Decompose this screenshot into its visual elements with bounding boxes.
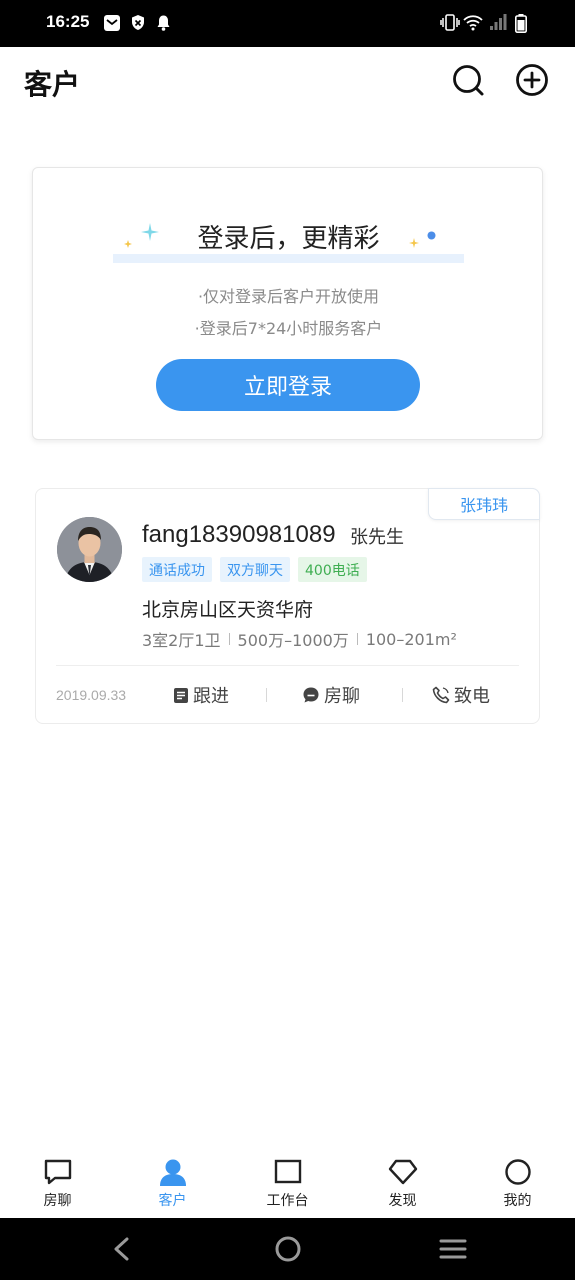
title-highlight-bar — [113, 254, 464, 263]
tab-house-chat[interactable]: 房聊 — [0, 1150, 115, 1218]
home-icon[interactable] — [273, 1236, 303, 1262]
phone-icon — [432, 686, 450, 704]
tab-label: 房聊 — [43, 1193, 72, 1209]
tab-customers[interactable]: 客户 — [115, 1150, 230, 1218]
action-separator — [266, 688, 267, 702]
login-button[interactable]: 立即登录 — [156, 359, 420, 411]
profile-icon — [505, 1159, 531, 1185]
menu-icon[interactable] — [438, 1236, 468, 1262]
user-icon — [160, 1159, 186, 1186]
tab-label: 我的 — [503, 1193, 532, 1209]
mail-notification-icon — [104, 15, 120, 31]
header: 客户 — [0, 47, 575, 117]
follow-up-label: 跟进 — [193, 686, 229, 707]
call-button[interactable]: 致电 — [432, 682, 490, 708]
customer-title: 张先生 — [350, 527, 404, 548]
battery-icon — [515, 14, 527, 33]
avatar — [57, 517, 122, 582]
call-label: 致电 — [454, 686, 490, 707]
tab-discover[interactable]: 发现 — [345, 1150, 460, 1218]
spec-layout: 3室2厅1卫 — [142, 631, 221, 650]
customer-name: fang18390981089 — [142, 521, 336, 548]
login-desc-2: ·登录后7*24小时服务客户 — [194, 319, 383, 338]
diamond-icon — [388, 1159, 418, 1185]
login-title: 登录后，更精彩 — [197, 224, 380, 254]
wifi-icon — [463, 15, 483, 31]
customer-specs: 3室2厅1卫 500万–1000万 100–201m² — [142, 627, 457, 651]
spec-separator — [356, 633, 358, 645]
tab-mine[interactable]: 我的 — [460, 1150, 575, 1218]
customer-location: 北京房山区天资华府 — [142, 599, 314, 621]
tab-label: 工作台 — [266, 1193, 309, 1209]
spec-separator — [228, 633, 230, 645]
chat-button[interactable]: 房聊 — [302, 682, 360, 708]
system-nav-bar — [0, 1218, 575, 1280]
signal-icon — [490, 14, 507, 30]
chat-bubble-icon — [303, 687, 319, 703]
vibrate-icon — [440, 14, 460, 31]
customer-card[interactable]: 张玮玮 fang18390981089 张先生 通话成功 双方聊天 400电话 … — [35, 488, 540, 724]
chat-icon — [44, 1159, 72, 1185]
bell-notification-icon — [157, 15, 170, 31]
status-time: 16:25 — [46, 12, 90, 31]
login-desc-1: ·仅对登录后客户开放使用 — [197, 287, 380, 306]
search-icon[interactable] — [451, 63, 485, 97]
workbench-icon — [274, 1159, 302, 1184]
page-title: 客户 — [24, 68, 81, 101]
action-separator — [402, 688, 403, 702]
status-bar: 16:25 — [0, 0, 575, 47]
customer-tags: 通话成功 双方聊天 400电话 — [142, 557, 367, 582]
add-circle-icon[interactable] — [515, 63, 549, 97]
tab-label: 客户 — [158, 1193, 187, 1209]
tag-mutual-chat: 双方聊天 — [220, 557, 290, 582]
spec-area: 100–201m² — [365, 629, 457, 649]
back-icon[interactable] — [107, 1236, 137, 1262]
tag-400-call: 400电话 — [298, 557, 367, 582]
tag-call-success: 通话成功 — [142, 557, 212, 582]
chat-label: 房聊 — [324, 686, 360, 707]
note-icon — [174, 687, 188, 703]
agent-tag: 张玮玮 — [428, 488, 540, 520]
bottom-tab-bar: 房聊 客户 工作台 发现 我的 — [0, 1150, 575, 1218]
follow-up-button[interactable]: 跟进 — [173, 682, 229, 708]
tab-label: 发现 — [388, 1193, 417, 1209]
card-divider — [56, 665, 519, 666]
login-promo-card: 登录后，更精彩 ·仅对登录后客户开放使用 ·登录后7*24小时服务客户 立即登录 — [32, 167, 543, 440]
customer-date: 2019.09.33 — [56, 687, 127, 703]
tab-workbench[interactable]: 工作台 — [230, 1150, 345, 1218]
spec-budget: 500万–1000万 — [237, 631, 349, 650]
shield-notification-icon — [132, 15, 144, 30]
